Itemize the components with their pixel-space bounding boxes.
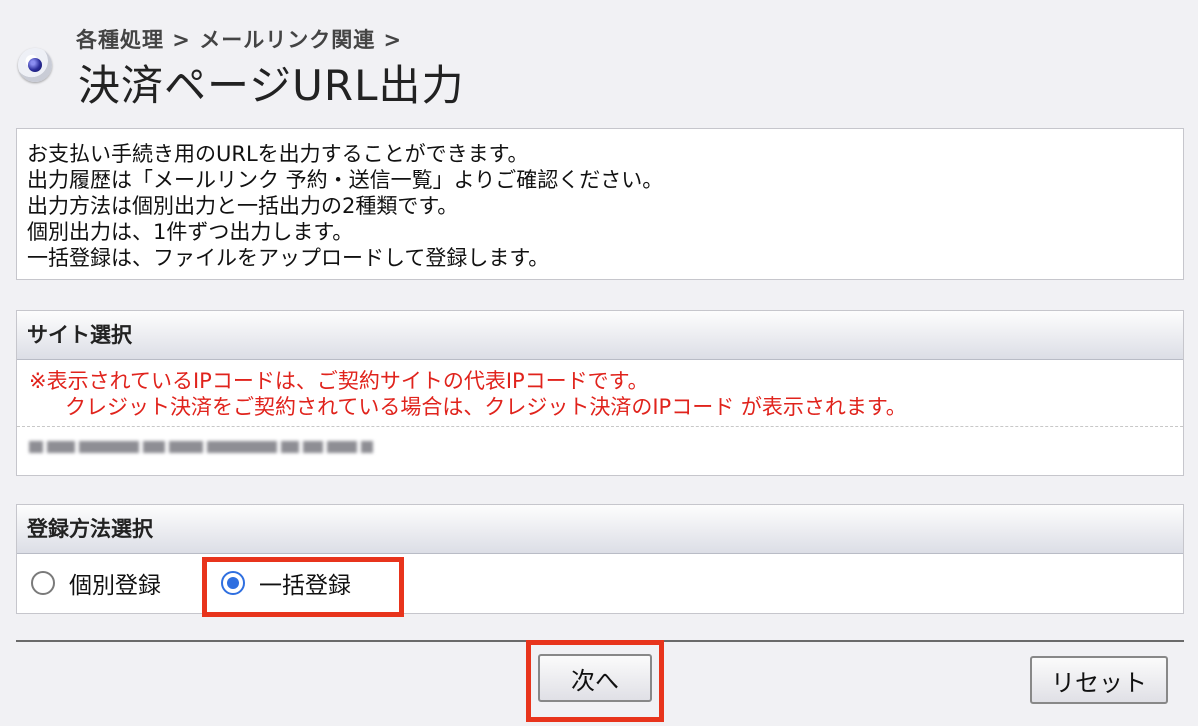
method-selection-heading: 登録方法選択 (17, 505, 1183, 554)
method-selection-panel: 登録方法選択 個別登録 一括登録 (16, 504, 1184, 614)
breadcrumb: 各種処理 > メールリンク関連 > (76, 28, 403, 52)
site-selection-heading: サイト選択 (17, 311, 1183, 360)
description-line: 一括登録は、ファイルをアップロードして登録します。 (27, 246, 550, 270)
radio-individual[interactable]: 個別登録 (31, 554, 161, 612)
highlight-bulk-option (202, 557, 404, 617)
site-selection-notes: ※表示されているIPコードは、ご契約サイトの代表IPコードです。 クレジット決済… (17, 360, 1183, 427)
description-box: お支払い手続き用のURLを出力することができます。 出力履歴は「メールリンク 予… (16, 128, 1184, 280)
description-line: 出力方法は個別出力と一括出力の2種類です。 (27, 194, 459, 218)
radio-unchecked-icon[interactable] (31, 571, 55, 595)
description-line: 個別出力は、1件ずつ出力します。 (27, 220, 354, 244)
description-line: お支払い手続き用のURLを出力することができます。 (27, 142, 529, 166)
note-line: ※表示されているIPコードは、ご契約サイトの代表IPコードです。 (29, 369, 649, 393)
radio-label-individual: 個別登録 (69, 573, 161, 599)
title-bullet-icon (18, 48, 52, 82)
page-title: 決済ページURL出力 (78, 61, 465, 110)
method-radio-group: 個別登録 一括登録 (17, 554, 1183, 612)
site-selection-panel: サイト選択 ※表示されているIPコードは、ご契約サイトの代表IPコードです。 ク… (16, 310, 1184, 476)
note-line: クレジット決済をご契約されている場合は、クレジット決済のIPコード が表示されま… (65, 395, 907, 419)
redacted-site-code (29, 437, 1171, 457)
description-line: 出力履歴は「メールリンク 予約・送信一覧」よりご確認ください。 (27, 168, 664, 192)
reset-button[interactable]: リセット (1030, 656, 1168, 704)
site-code-value[interactable] (17, 427, 1183, 473)
highlight-next-button (526, 640, 664, 722)
page-header: 各種処理 > メールリンク関連 > 決済ページURL出力 (18, 24, 1178, 110)
